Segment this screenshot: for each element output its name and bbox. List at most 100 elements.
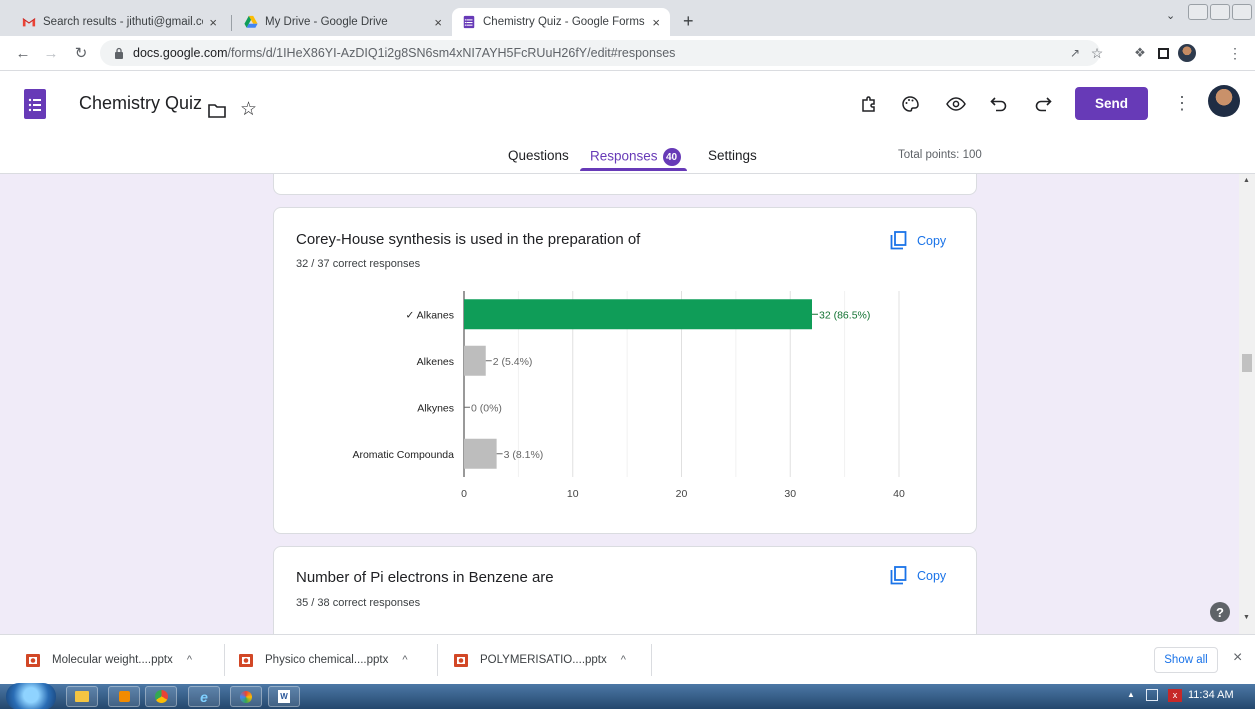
tab-title: Chemistry Quiz - Google Forms	[483, 16, 645, 28]
download-item[interactable]: Molecular weight....pptx ^	[26, 635, 192, 685]
copy-chart-button[interactable]: Copy	[890, 231, 946, 250]
bar	[464, 438, 497, 469]
tab-close-icon[interactable]: ×	[209, 15, 217, 30]
side-panel-icon[interactable]	[1152, 42, 1174, 64]
browser-toolbar: ← → ↻ docs.google.com/forms/d/1IHeX86YI-…	[0, 36, 1255, 71]
tab-close-icon[interactable]: ×	[652, 15, 660, 30]
start-button[interactable]	[6, 683, 56, 709]
windows-taskbar: e W ▲ x 11:34 AM	[0, 683, 1255, 709]
browser-menu-icon[interactable]: ⋮	[1224, 42, 1246, 64]
lock-icon	[115, 47, 123, 59]
addons-puzzle-icon[interactable]	[856, 91, 882, 117]
forward-arrow-icon[interactable]: →	[40, 42, 62, 64]
x-tick-label: 20	[676, 488, 688, 500]
more-options-icon[interactable]: ⋮	[1173, 93, 1191, 114]
responses-count-badge: 40	[662, 148, 681, 166]
maximize-icon[interactable]	[1210, 4, 1230, 20]
x-tick-label: 0	[461, 488, 467, 500]
copy-chart-button[interactable]: Copy	[890, 566, 946, 585]
internet-explorer-icon[interactable]: e	[188, 686, 220, 707]
download-filename: Molecular weight....pptx	[52, 654, 173, 666]
category-label: ✓ Alkanes	[406, 309, 455, 321]
question-card: Corey-House synthesis is used in the pre…	[273, 207, 977, 534]
page-scrollbar[interactable]: ▲ ▼	[1239, 174, 1255, 634]
new-tab-button[interactable]: +	[683, 11, 694, 32]
data-label: 32 (86.5%)	[819, 309, 870, 321]
account-avatar[interactable]	[1208, 85, 1240, 117]
gmail-icon	[22, 18, 36, 27]
category-label: Alkenes	[417, 356, 454, 368]
x-tick-label: 10	[567, 488, 579, 500]
network-icon[interactable]	[1146, 689, 1158, 701]
category-label: Aromatic Compounda	[352, 449, 454, 461]
chrome-taskbar-icon[interactable]	[145, 686, 177, 707]
extensions-puzzle-icon[interactable]: ❖	[1129, 42, 1151, 64]
file-explorer-icon[interactable]	[66, 686, 98, 707]
form-title[interactable]: Chemistry Quiz	[79, 93, 202, 114]
responses-bar-chart: 32 (86.5%) 2 (5.4%) 0 (0%) 3 (8.1%) ✓ Alkan…	[352, 291, 905, 500]
tab-responses-label: Responses	[590, 148, 658, 164]
google-forms-icon	[463, 15, 475, 29]
download-divider	[224, 644, 225, 676]
word-taskbar-icon[interactable]: W	[268, 686, 300, 707]
folder-icon[interactable]	[208, 104, 226, 118]
window-controls	[1188, 4, 1252, 20]
responses-content: Corey-House synthesis is used in the pre…	[0, 174, 1239, 634]
data-label: 3 (8.1%)	[504, 449, 544, 461]
forms-logo-icon[interactable]	[24, 89, 46, 119]
app-taskbar-icon[interactable]	[230, 686, 262, 707]
help-icon[interactable]: ?	[1210, 602, 1230, 622]
data-label: 2 (5.4%)	[493, 356, 533, 368]
profile-avatar-icon[interactable]	[1176, 42, 1198, 64]
preview-eye-icon[interactable]	[943, 91, 969, 117]
scroll-down-arrow-icon[interactable]: ▼	[1243, 614, 1250, 621]
back-arrow-icon[interactable]: ←	[12, 42, 34, 64]
tab-close-icon[interactable]: ×	[434, 15, 442, 30]
question-title: Number of Pi electrons in Benzene are	[296, 569, 554, 586]
google-drive-icon	[244, 15, 258, 28]
total-points: Total points: 100	[898, 149, 982, 161]
tab-gmail[interactable]: Search results - jithuti@gmail.com ×	[12, 8, 227, 36]
bookmark-star-icon[interactable]: ☆	[1086, 42, 1108, 64]
browser-tab-strip: Search results - jithuti@gmail.com × My …	[0, 0, 1255, 36]
tab-questions[interactable]: Questions	[508, 148, 569, 163]
window-close-icon[interactable]	[1232, 4, 1252, 20]
show-all-downloads-button[interactable]: Show all	[1154, 647, 1218, 673]
customize-theme-palette-icon[interactable]	[897, 91, 923, 117]
undo-icon[interactable]	[986, 91, 1012, 117]
media-player-icon[interactable]	[108, 686, 140, 707]
correct-responses-count: 35 / 38 correct responses	[296, 597, 421, 609]
scrollbar-thumb[interactable]	[1242, 354, 1252, 372]
download-options-caret-icon[interactable]: ^	[621, 654, 626, 666]
taskbar-clock[interactable]: 11:34 AM	[1188, 689, 1234, 701]
send-button[interactable]: Send	[1075, 87, 1148, 120]
powerpoint-file-icon	[26, 653, 40, 667]
close-download-bar-icon[interactable]: ×	[1233, 649, 1242, 667]
tab-settings[interactable]: Settings	[708, 148, 757, 163]
action-center-flag-icon[interactable]: x	[1168, 689, 1182, 702]
tab-responses[interactable]: Responses 40	[590, 148, 681, 166]
minimize-icon[interactable]	[1188, 4, 1208, 20]
tab-search-chevron-icon[interactable]: ⌄	[1166, 9, 1175, 22]
scroll-up-arrow-icon[interactable]: ▲	[1243, 177, 1250, 184]
address-bar[interactable]: docs.google.com/forms/d/1IHeX86YI-AzDIQ1…	[100, 40, 1100, 66]
show-hidden-icons-arrow-icon[interactable]: ▲	[1127, 690, 1135, 699]
copy-label: Copy	[917, 568, 947, 583]
download-item[interactable]: POLYMERISATIO....pptx ^	[454, 635, 626, 685]
powerpoint-file-icon	[454, 653, 468, 667]
download-item[interactable]: Physico chemical....pptx ^	[239, 635, 408, 685]
tab-divider	[231, 15, 232, 31]
star-icon[interactable]: ☆	[240, 98, 257, 121]
download-divider	[651, 644, 652, 676]
active-tab-indicator	[580, 168, 687, 171]
share-icon[interactable]: ↗	[1064, 42, 1086, 64]
reload-icon[interactable]: ↻	[70, 42, 92, 64]
tab-drive[interactable]: My Drive - Google Drive ×	[234, 8, 452, 36]
data-label: 0 (0%)	[471, 402, 502, 414]
bar	[464, 345, 486, 376]
redo-icon[interactable]	[1030, 91, 1056, 117]
url-path: /forms/d/1IHeX86YI-AzDIQ1i2g8SN6sm4xNI7A…	[227, 46, 676, 60]
download-options-caret-icon[interactable]: ^	[187, 654, 192, 666]
tab-chemistry-quiz[interactable]: Chemistry Quiz - Google Forms ×	[452, 8, 670, 36]
download-options-caret-icon[interactable]: ^	[402, 654, 407, 666]
